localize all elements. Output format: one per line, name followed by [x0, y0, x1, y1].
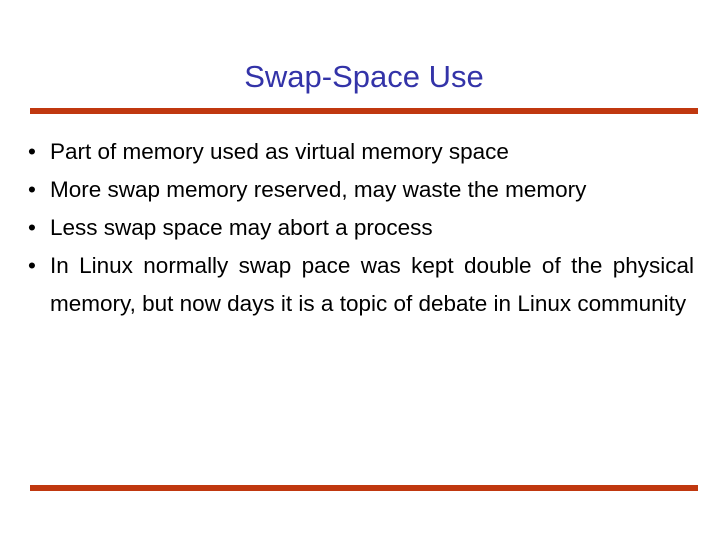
bullet-point-icon: •	[28, 253, 36, 278]
list-item-text: More swap memory reserved, may waste the…	[50, 177, 587, 202]
list-item: • Part of memory used as virtual memory …	[22, 133, 694, 171]
title-divider-rule-top	[30, 108, 698, 114]
list-item-text: Part of memory used as virtual memory sp…	[50, 139, 509, 164]
page-title: Swap-Space Use	[244, 58, 484, 94]
bullet-point-icon: •	[28, 177, 36, 202]
list-item: • In Linux normally swap pace was kept d…	[22, 247, 694, 323]
footer-divider-rule-bottom	[30, 485, 698, 491]
slide-canvas: Swap-Space Use • Part of memory used as …	[0, 0, 720, 540]
list-item-text: Less swap space may abort a process	[50, 215, 433, 240]
bullet-list: • Part of memory used as virtual memory …	[22, 133, 694, 323]
bullet-point-icon: •	[28, 215, 36, 240]
list-item: • More swap memory reserved, may waste t…	[22, 171, 694, 209]
list-item: • Less swap space may abort a process	[22, 209, 694, 247]
list-item-text: In Linux normally swap pace was kept dou…	[50, 253, 694, 316]
bullet-point-icon: •	[28, 139, 36, 164]
